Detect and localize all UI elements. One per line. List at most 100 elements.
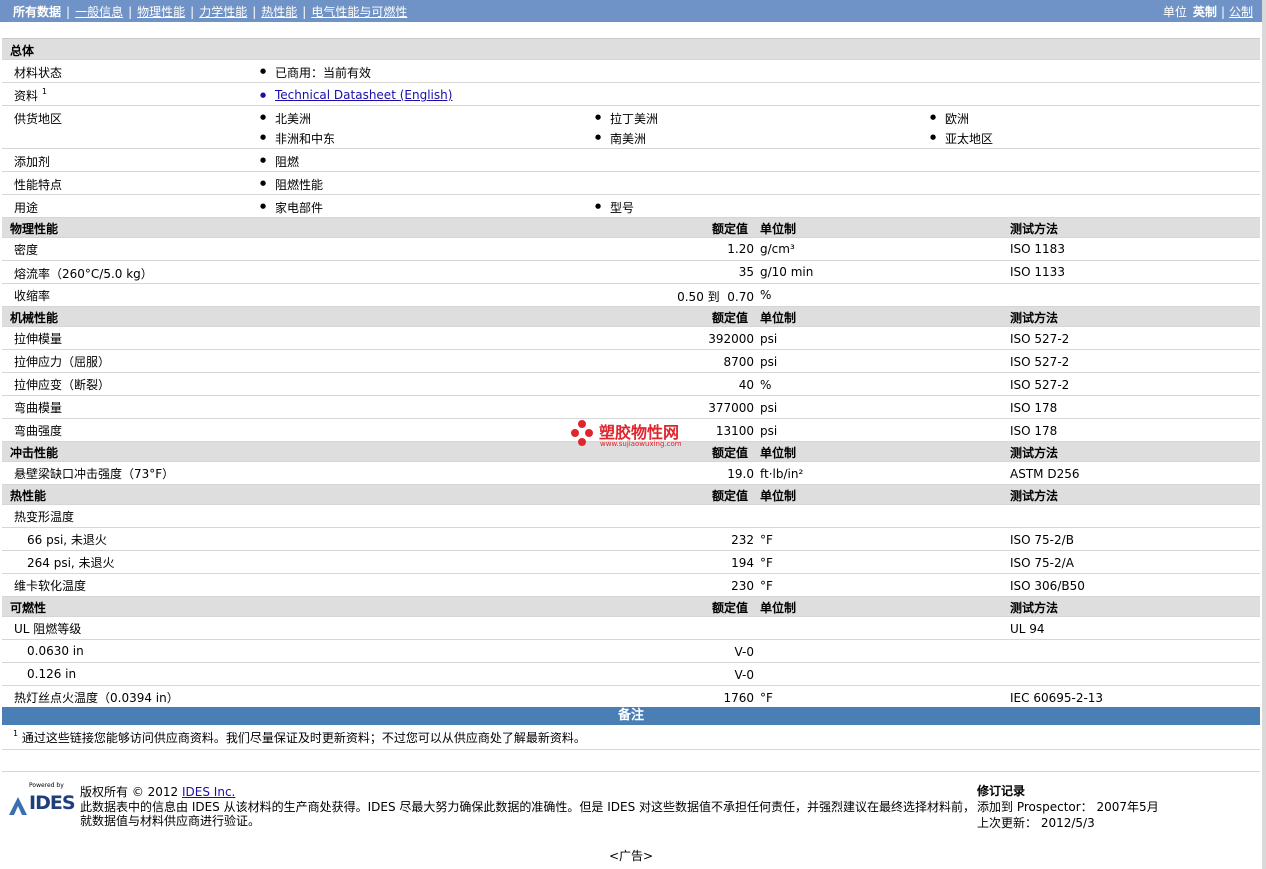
table-row: UL 阻燃等级 UL 94 — [2, 617, 1260, 640]
page-footer: Powered by IDES 版权所有 © 2012 IDES Inc. 此数… — [2, 771, 1260, 838]
row-additive: 添加剂 阻燃 — [2, 149, 1260, 172]
powered-by-text: Powered by — [29, 782, 64, 789]
prop-method: ISO 178 — [1010, 424, 1058, 438]
prop-value: 0.50 到 0.70 — [677, 290, 754, 304]
prop-name: 热变形温度 — [14, 510, 75, 524]
col-unit: 单位制 — [760, 489, 797, 503]
section-title: 冲击性能 — [10, 446, 59, 460]
prop-name: 弯曲强度 — [14, 424, 63, 438]
section-title: 机械性能 — [10, 311, 59, 325]
watermark-url: www.sujiaowuxing.com — [600, 440, 682, 448]
row-label: 供货地区 — [14, 112, 63, 126]
col-unit: 单位制 — [760, 311, 797, 325]
prop-method: ISO 306/B50 — [1010, 579, 1085, 593]
table-row: 66 psi, 未退火 232 °F ISO 75-2/B — [2, 528, 1260, 551]
col-nominal: 额定值 — [712, 222, 749, 236]
section-title: 总体 — [10, 44, 35, 58]
prop-name: 拉伸应变（断裂） — [14, 378, 111, 392]
prop-unit: °F — [760, 533, 773, 547]
row-uses: 用途 家电部件 型号 — [2, 195, 1260, 218]
row-source: 资料 1 Technical Datasheet (English) — [2, 83, 1260, 106]
unit-metric-link[interactable]: 公制 — [1229, 5, 1253, 19]
section-header-general: 总体 — [2, 39, 1260, 60]
prop-value: 392000 — [708, 332, 754, 346]
table-row: 熔流率（260°C/5.0 kg） 35 g/10 min ISO 1133 — [2, 261, 1260, 284]
row-feature: 性能特点 阻燃性能 — [2, 172, 1260, 195]
prop-value: 19.0 — [727, 467, 754, 481]
prop-value: 13100 — [715, 424, 754, 438]
nav-general-link[interactable]: 一般信息 — [75, 5, 123, 19]
prop-unit: % — [760, 378, 772, 392]
col-unit: 单位制 — [760, 446, 797, 460]
row-status: 材料状态 已商用：当前有效 — [2, 60, 1260, 83]
section-header-mechanical: 机械性能 额定值 单位制 测试方法 — [2, 307, 1260, 327]
prop-unit: °F — [760, 691, 773, 705]
row-label: 材料状态 — [14, 66, 63, 80]
prop-unit: °F — [760, 556, 773, 570]
region-item: 拉丁美洲 — [595, 110, 658, 127]
use-item: 型号 — [595, 199, 634, 216]
technical-datasheet-link[interactable]: Technical Datasheet (English) — [260, 88, 452, 102]
table-row: 拉伸模量 392000 psi ISO 527-2 — [2, 327, 1260, 350]
prop-name: 熔流率（260°C/5.0 kg） — [14, 267, 153, 281]
table-row: 0.126 in V-0 — [2, 663, 1260, 686]
table-row: 维卡软化温度 230 °F ISO 306/B50 — [2, 574, 1260, 597]
datasheet-table: 总体 材料状态 已商用：当前有效 资料 1 Technical Datashee… — [2, 38, 1260, 705]
col-unit: 单位制 — [760, 222, 797, 236]
prop-unit: psi — [760, 355, 778, 369]
row-label: 用途 — [14, 201, 39, 215]
prop-name: 维卡软化温度 — [14, 579, 87, 593]
col-method: 测试方法 — [1010, 311, 1059, 325]
prop-method: ISO 1183 — [1010, 242, 1065, 256]
prop-name: 收缩率 — [14, 289, 51, 303]
ides-logo-text: IDES — [29, 792, 76, 814]
table-row: 0.0630 in V-0 — [2, 640, 1260, 663]
prop-value: V-0 — [734, 668, 754, 682]
scrollbar[interactable] — [1262, 0, 1266, 869]
col-method: 测试方法 — [1010, 222, 1059, 236]
footnote-marker: 1 — [13, 729, 19, 738]
prop-name: 0.126 in — [27, 667, 77, 681]
nav-physical-link[interactable]: 物理性能 — [137, 5, 185, 19]
top-nav-bar: 所有数据 | 一般信息 | 物理性能 | 力学性能 | 热性能 | 电气性能与可燃性 单位 英制 | 公制 — [0, 0, 1262, 22]
col-nominal: 额定值 — [712, 489, 749, 503]
units-label: 单位 — [1162, 5, 1187, 19]
prop-value: 8700 — [723, 355, 754, 369]
table-row: 264 psi, 未退火 194 °F ISO 75-2/A — [2, 551, 1260, 574]
table-row: 拉伸应力（屈服） 8700 psi ISO 527-2 — [2, 350, 1260, 373]
footnote-text: 通过这些链接您能够访问供应商资料。我们尽量保证及时更新资料；不过您可以从供应商处… — [21, 731, 586, 745]
footnote: 1 通过这些链接您能够访问供应商资料。我们尽量保证及时更新资料；不过您可以从供应… — [2, 725, 1260, 750]
section-title: 物理性能 — [10, 222, 59, 236]
col-method: 测试方法 — [1010, 446, 1059, 460]
nav-electrical-link[interactable]: 电气性能与可燃性 — [311, 5, 407, 19]
copyright-text: 版权所有 © 2012 — [80, 785, 179, 799]
prop-value: V-0 — [734, 645, 754, 659]
section-nav: 所有数据 | 一般信息 | 物理性能 | 力学性能 | 热性能 | 电气性能与可燃性 — [13, 5, 408, 19]
prop-unit: g/cm³ — [760, 242, 795, 256]
section-header-flammability: 可燃性 额定值 单位制 测试方法 — [2, 597, 1260, 617]
ides-logo[interactable]: Powered by IDES — [7, 781, 76, 821]
updated-value: 2012/5/3 — [1040, 816, 1095, 830]
region-item: 非洲和中东 — [260, 130, 335, 147]
ides-inc-link[interactable]: IDES Inc. — [182, 785, 235, 799]
nav-mechanical-link[interactable]: 力学性能 — [199, 5, 247, 19]
prop-unit: ft·lb/in² — [760, 467, 804, 481]
added-label: 添加到 Prospector： — [977, 800, 1093, 814]
revision-title: 修订记录 — [977, 784, 1026, 798]
table-row: 热变形温度 — [2, 505, 1260, 528]
row-label: 添加剂 — [14, 155, 51, 169]
prop-method: ISO 527-2 — [1010, 355, 1070, 369]
table-row: 悬壁梁缺口冲击强度（73°F） 19.0 ft·lb/in² ASTM D256 — [2, 462, 1260, 485]
watermark-dots-icon — [571, 420, 593, 446]
prop-value: 1.20 — [727, 242, 754, 256]
ides-logo-icon — [9, 797, 27, 815]
row-value: 已商用：当前有效 — [260, 64, 371, 81]
prop-method: ISO 178 — [1010, 401, 1058, 415]
ad-placeholder[interactable]: <广告> — [0, 847, 1262, 864]
prop-name: 密度 — [14, 243, 39, 257]
nav-thermal-link[interactable]: 热性能 — [261, 5, 297, 19]
row-label: 资料 1 — [14, 87, 47, 103]
use-item: 家电部件 — [260, 199, 323, 216]
row-value: 阻燃 — [260, 153, 299, 170]
prop-unit: psi — [760, 332, 778, 346]
